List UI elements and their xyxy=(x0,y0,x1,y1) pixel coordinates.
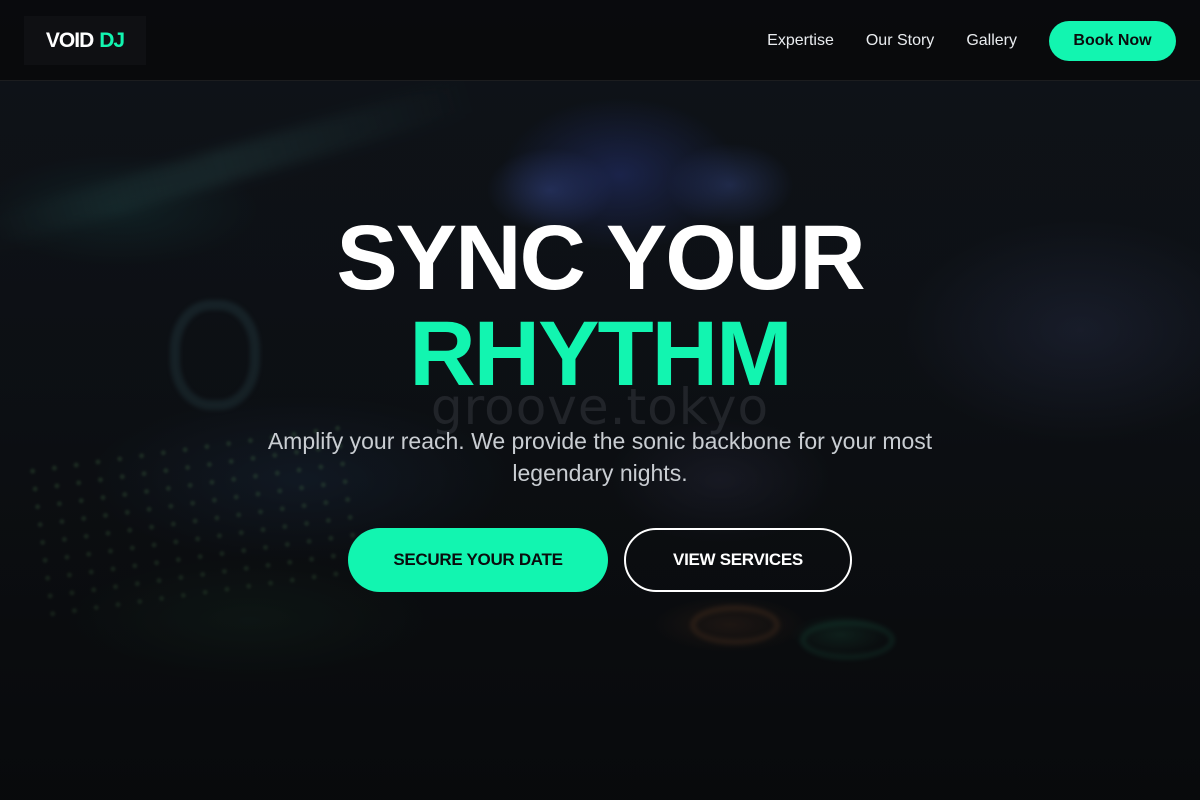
nav-link-expertise[interactable]: Expertise xyxy=(767,32,834,50)
hero-subtitle: Amplify your reach. We provide the sonic… xyxy=(267,428,933,486)
page: groove.tokyo VOID DJ Expertise Our Story… xyxy=(0,0,1200,800)
hero-title-line2: RHYTHM xyxy=(409,303,793,405)
logo-primary-text: VOID xyxy=(45,28,94,52)
site-header: VOID DJ Expertise Our Story Gallery Book… xyxy=(0,0,1200,81)
view-services-button[interactable]: VIEW SERVICES xyxy=(624,528,852,592)
book-now-button[interactable]: Book Now xyxy=(1049,20,1176,61)
nav-link-our-story[interactable]: Our Story xyxy=(866,32,934,50)
logo-accent-text: DJ xyxy=(99,28,125,52)
nav-link-gallery[interactable]: Gallery xyxy=(966,32,1017,50)
hero-title-line1: SYNC YOUR xyxy=(336,207,865,309)
brand-logo[interactable]: VOID DJ xyxy=(24,16,146,65)
main-nav: Expertise Our Story Gallery Book Now xyxy=(767,0,1176,81)
secure-your-date-button[interactable]: SECURE YOUR DATE xyxy=(348,528,608,592)
